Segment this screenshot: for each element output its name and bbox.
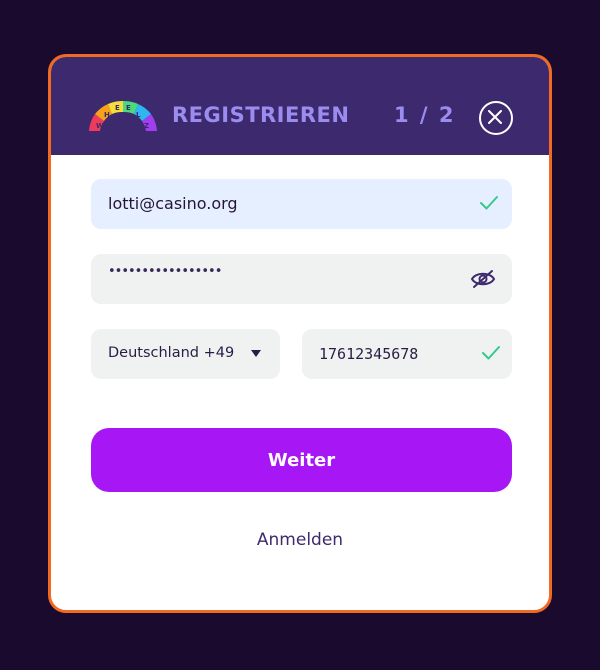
country-value: Deutschland +49: [108, 345, 235, 361]
registration-modal: W H E E L Z REGISTRIEREN 1 / 2 lotti@cas…: [48, 54, 552, 613]
password-value: •••••••••••••••••: [108, 264, 222, 279]
svg-text:Z: Z: [144, 122, 149, 130]
close-icon: [488, 110, 502, 124]
email-field[interactable]: lotti@casino.org: [91, 179, 512, 229]
email-value: lotti@casino.org: [108, 194, 238, 213]
login-link[interactable]: Anmelden: [51, 530, 549, 550]
wheelz-logo: W H E E L Z: [89, 100, 157, 131]
valid-check-icon: [482, 346, 500, 360]
modal-header: W H E E L Z REGISTRIEREN 1 / 2: [51, 57, 549, 155]
valid-check-icon: [480, 196, 498, 210]
svg-text:E: E: [115, 104, 120, 112]
svg-text:H: H: [104, 111, 110, 119]
svg-text:W: W: [96, 122, 104, 130]
eye-slash-icon[interactable]: [470, 269, 496, 289]
chevron-down-icon: [251, 350, 261, 357]
step-indicator: 1 / 2: [394, 103, 456, 127]
phone-field[interactable]: 17612345678: [302, 329, 512, 379]
continue-button[interactable]: Weiter: [91, 428, 512, 492]
svg-text:E: E: [126, 104, 131, 112]
close-button[interactable]: [479, 101, 513, 135]
phone-value: 17612345678: [319, 345, 419, 363]
password-field[interactable]: •••••••••••••••••: [91, 254, 512, 304]
modal-title: REGISTRIEREN: [172, 103, 350, 127]
country-select[interactable]: Deutschland +49: [91, 329, 280, 379]
svg-text:L: L: [136, 111, 141, 119]
